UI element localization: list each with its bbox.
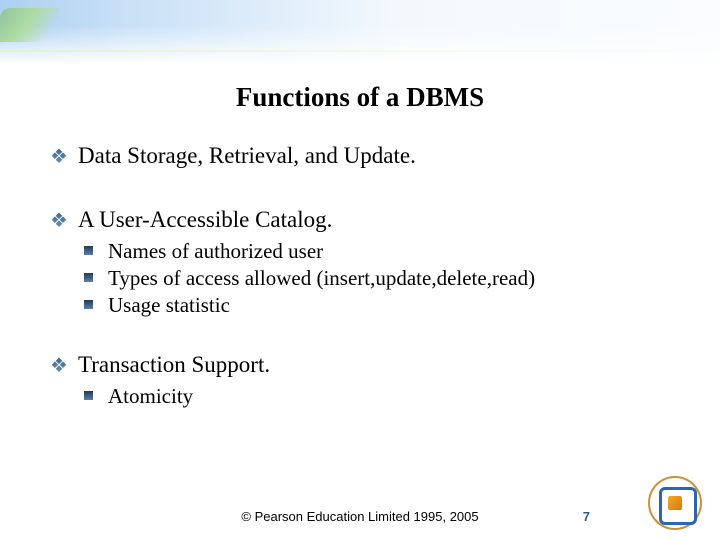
diamond-icon: ❖ [50,207,68,235]
bullet-text: Names of authorized user [108,239,323,263]
slide-body: Functions of a DBMS ❖ Data Storage, Retr… [0,0,720,540]
page-number: 7 [583,509,590,524]
bullet-level2: Atomicity [50,384,670,409]
footer-copyright: © Pearson Education Limited 1995, 2005 [0,509,720,524]
bullet-text: Transaction Support. [78,352,270,377]
bullet-text: Types of access allowed (insert,update,d… [108,266,535,290]
square-icon [84,391,93,400]
diamond-icon: ❖ [50,143,68,171]
bullet-text: Atomicity [108,384,193,408]
bullet-level1: ❖ Transaction Support. [50,352,670,378]
diamond-icon: ❖ [50,352,68,380]
institution-logo [648,476,702,530]
bullet-level1: ❖ Data Storage, Retrieval, and Update. [50,143,670,169]
slide-title: Functions of a DBMS [50,82,670,113]
bullet-text: A User-Accessible Catalog. [78,207,332,232]
square-icon [84,246,93,255]
bullet-level2: Usage statistic [50,293,670,318]
bullet-text: Data Storage, Retrieval, and Update. [78,143,416,168]
bullet-level2: Types of access allowed (insert,update,d… [50,266,670,291]
bullet-level2: Names of authorized user [50,239,670,264]
bullet-text: Usage statistic [108,293,230,317]
square-icon [84,273,93,282]
square-icon [84,300,93,309]
bullet-level1: ❖ A User-Accessible Catalog. [50,207,670,233]
